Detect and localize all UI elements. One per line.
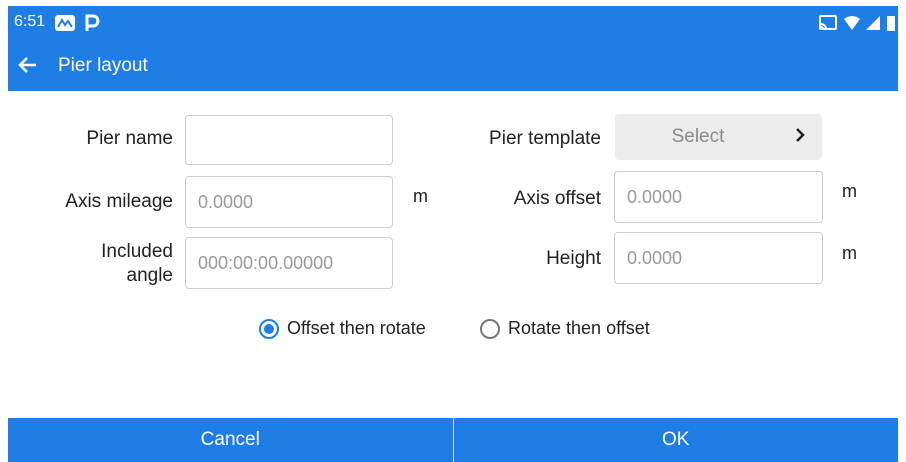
height-input[interactable]: 0.0000 (614, 232, 823, 284)
app-window: 6:51 Pier layout Pier name Pier template (8, 6, 898, 462)
bottom-action-bar: Cancel OK (8, 418, 898, 462)
height-unit: m (842, 243, 857, 263)
height-placeholder: 0.0000 (627, 247, 683, 268)
pier-name-label: Pier name (86, 128, 173, 149)
radio-label-rotate-then-offset: Rotate then offset (508, 318, 650, 338)
axis-mileage-label: Axis mileage (65, 191, 173, 212)
axis-mileage-input[interactable]: 0.0000 (185, 176, 393, 228)
axis-offset-placeholder: 0.0000 (627, 186, 683, 207)
radio-unselected-icon (480, 318, 500, 339)
axis-offset-input[interactable]: 0.0000 (614, 171, 823, 223)
axis-offset-label: Axis offset (513, 188, 601, 209)
cancel-button[interactable]: Cancel (8, 418, 453, 462)
included-angle-label: Included angle (38, 240, 173, 288)
wifi-icon (844, 16, 860, 30)
ok-button[interactable]: OK (454, 418, 899, 462)
page-title: Pier layout (58, 55, 148, 76)
pier-template-label: Pier template (489, 128, 601, 149)
axis-offset-unit: m (842, 181, 857, 201)
back-arrow-icon[interactable] (16, 53, 40, 77)
included-angle-placeholder: 000:00:00.00000 (198, 252, 334, 273)
axis-mileage-unit: m (413, 186, 428, 206)
status-time: 6:51 (14, 13, 46, 30)
status-bar: 6:51 (8, 6, 898, 41)
notification-icon (55, 15, 75, 31)
radio-rotate-then-offset[interactable]: Rotate then offset (480, 318, 650, 339)
pier-name-input[interactable] (185, 115, 393, 165)
included-angle-input[interactable]: 000:00:00.00000 (185, 237, 393, 289)
battery-icon (887, 16, 895, 31)
axis-mileage-placeholder: 0.0000 (198, 191, 254, 212)
pier-template-select[interactable]: Select (615, 114, 822, 160)
radio-label-offset-then-rotate: Offset then rotate (287, 318, 426, 338)
parking-icon (85, 14, 100, 31)
height-label: Height (546, 248, 601, 269)
button-divider (452, 418, 454, 462)
app-bar: Pier layout (8, 41, 898, 91)
pier-template-value: Select (671, 126, 725, 147)
signal-icon (866, 16, 880, 30)
cast-icon (819, 15, 837, 30)
included-angle-label-line2: angle (126, 265, 174, 286)
chevron-right-icon (796, 128, 805, 142)
radio-selected-icon (259, 318, 279, 339)
included-angle-label-line1: Included (101, 241, 173, 262)
radio-offset-then-rotate[interactable]: Offset then rotate (259, 318, 426, 339)
